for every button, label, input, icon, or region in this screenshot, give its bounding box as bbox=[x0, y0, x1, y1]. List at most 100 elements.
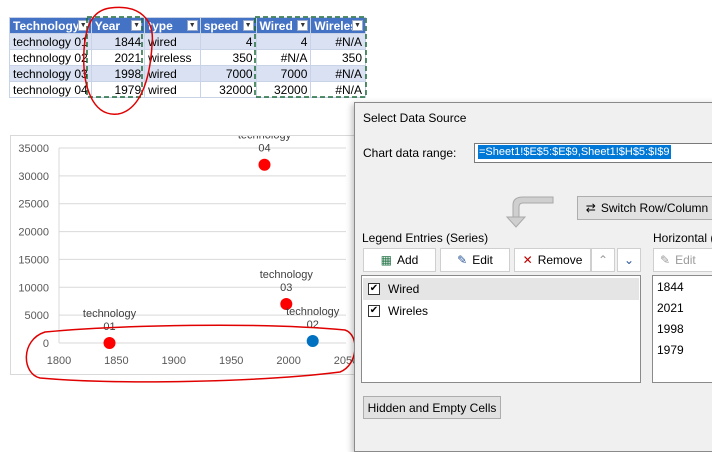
chevron-down-icon: ⌄ bbox=[623, 253, 635, 267]
header-wireles[interactable]: Wireles ▼ bbox=[310, 17, 366, 34]
filter-dropdown-icon[interactable]: ▼ bbox=[352, 20, 363, 31]
filter-dropdown-icon[interactable]: ▼ bbox=[77, 20, 89, 31]
header-type[interactable]: type ▼ bbox=[144, 17, 201, 34]
switch-row-column-button[interactable]: ⇄ Switch Row/Column bbox=[577, 196, 712, 220]
y-tick-label: 15000 bbox=[18, 254, 49, 266]
table-cell[interactable]: technology 04 bbox=[9, 81, 92, 98]
data-label-line: technology bbox=[238, 136, 292, 142]
x-tick-label: 1900 bbox=[162, 355, 186, 367]
chart-plot: 0 5000 10000 15000 20000 25000 30000 35000 1800 1… bbox=[18, 136, 356, 367]
data-point bbox=[258, 158, 271, 171]
data-table: Technology ▼ Year ▼ type ▼ speed ▼ Wired ▼ Wi… bbox=[9, 17, 366, 98]
series-checkbox[interactable]: ✔ bbox=[368, 283, 380, 295]
table-cell[interactable]: 1998 bbox=[90, 65, 146, 82]
data-label-line: 04 bbox=[258, 143, 270, 155]
move-up-button[interactable]: ⌃ bbox=[591, 248, 615, 272]
add-button-label: Add bbox=[396, 253, 419, 267]
x-tick-label: 1850 bbox=[104, 355, 128, 367]
data-point bbox=[306, 335, 319, 348]
header-label: speed bbox=[203, 18, 239, 33]
category-item[interactable]: 2021 bbox=[657, 301, 684, 315]
data-label-line: 02 bbox=[307, 319, 319, 331]
curved-arrow-icon bbox=[505, 196, 554, 228]
table-cell[interactable]: 350 bbox=[310, 49, 366, 66]
y-tick-label: 10000 bbox=[18, 282, 49, 294]
table-cell[interactable]: technology 03 bbox=[9, 65, 92, 82]
edit-series-button[interactable]: ✎ Edit bbox=[440, 248, 510, 272]
table-cell[interactable]: technology 02 bbox=[9, 49, 92, 66]
table-cell[interactable]: 350 bbox=[199, 49, 257, 66]
data-label: technology 01 bbox=[83, 308, 137, 333]
table-row: technology 03 1998 wired 7000 7000 #N/A bbox=[9, 65, 366, 82]
table-cell[interactable]: 32000 bbox=[199, 81, 257, 98]
table-cell[interactable]: 4 bbox=[255, 33, 312, 50]
table-cell[interactable]: #N/A bbox=[255, 49, 312, 66]
header-technology[interactable]: Technology ▼ bbox=[9, 17, 92, 34]
series-checkbox[interactable]: ✔ bbox=[368, 305, 380, 317]
table-cell[interactable]: wireless bbox=[144, 49, 201, 66]
filter-dropdown-icon[interactable]: ▼ bbox=[297, 20, 309, 31]
add-series-button[interactable]: ▦ Add bbox=[363, 248, 436, 272]
series-item-wireles[interactable]: ✔ Wireles bbox=[363, 300, 639, 322]
header-label: Wired bbox=[259, 18, 293, 33]
edit-axis-labels-button[interactable]: ✎ Edit bbox=[653, 248, 712, 272]
table-cell[interactable]: 4 bbox=[199, 33, 257, 50]
y-tick-label: 5000 bbox=[25, 310, 49, 322]
header-label: Wireles bbox=[314, 18, 357, 33]
table-cell[interactable]: #N/A bbox=[310, 33, 366, 50]
scatter-chart[interactable]: 0 5000 10000 15000 20000 25000 30000 35000 1800 1… bbox=[10, 135, 356, 375]
chart-range-label: Chart data range: bbox=[363, 146, 457, 160]
filter-dropdown-icon[interactable]: ▼ bbox=[131, 20, 143, 31]
category-item[interactable]: 1998 bbox=[657, 322, 684, 336]
table-cell[interactable]: 7000 bbox=[255, 65, 312, 82]
remove-series-button[interactable]: ✕ Remove bbox=[514, 248, 591, 272]
y-tick-label: 35000 bbox=[18, 143, 49, 155]
table-cell[interactable]: 2021 bbox=[90, 49, 146, 66]
table-row: technology 01 1844 wired 4 4 #N/A bbox=[9, 33, 366, 50]
remove-button-label: Remove bbox=[537, 253, 583, 267]
header-label: type bbox=[148, 18, 173, 33]
legend-entries-label: Legend Entries (Series) bbox=[362, 231, 489, 245]
category-item[interactable]: 1979 bbox=[657, 343, 684, 357]
edit-icon: ✎ bbox=[660, 253, 671, 267]
data-label: technology04 bbox=[238, 136, 292, 155]
select-data-source-dialog: Select Data Source Chart data range: =Sh… bbox=[354, 102, 712, 452]
table-cell[interactable]: #N/A bbox=[310, 65, 366, 82]
filter-dropdown-icon[interactable]: ▼ bbox=[186, 20, 198, 31]
category-list: 1844 2021 1998 1979 bbox=[652, 275, 712, 383]
table-row: technology 04 1979 wired 32000 32000 #N/… bbox=[9, 81, 366, 98]
y-tick-label: 30000 bbox=[18, 171, 49, 183]
table-cell[interactable]: #N/A bbox=[310, 81, 366, 98]
table-header-row: Technology ▼ Year ▼ type ▼ speed ▼ Wired ▼ Wi… bbox=[9, 17, 366, 34]
table-cell[interactable]: 1844 bbox=[90, 33, 146, 50]
y-tick-label: 20000 bbox=[18, 227, 49, 239]
data-label-line: 03 bbox=[280, 282, 292, 294]
dialog-title: Select Data Source bbox=[363, 111, 467, 125]
data-label-line: technology bbox=[286, 306, 340, 318]
table-row: technology 02 2021 wireless 350 #N/A 350 bbox=[9, 49, 366, 66]
table-cell[interactable]: wired bbox=[144, 65, 201, 82]
data-label: technology 03 bbox=[260, 269, 314, 294]
edit-button-label: Edit bbox=[472, 253, 493, 267]
header-wired[interactable]: Wired ▼ bbox=[255, 17, 312, 34]
header-label: Technology bbox=[13, 18, 80, 33]
table-cell[interactable]: 7000 bbox=[199, 65, 257, 82]
x-tick-label: 2000 bbox=[276, 355, 300, 367]
move-down-button[interactable]: ⌄ bbox=[617, 248, 641, 272]
filter-dropdown-icon[interactable]: ▼ bbox=[242, 20, 254, 31]
category-item[interactable]: 1844 bbox=[657, 280, 684, 294]
table-cell[interactable]: 1979 bbox=[90, 81, 146, 98]
table-cell[interactable]: 32000 bbox=[255, 81, 312, 98]
table-cell[interactable]: wired bbox=[144, 33, 201, 50]
header-year[interactable]: Year ▼ bbox=[90, 17, 146, 34]
series-list: ✔ Wired ✔ Wireles bbox=[361, 275, 641, 383]
table-cell[interactable]: wired bbox=[144, 81, 201, 98]
header-speed[interactable]: speed ▼ bbox=[199, 17, 257, 34]
series-item-wired[interactable]: ✔ Wired bbox=[363, 278, 639, 300]
edit-axis-button-label: Edit bbox=[675, 253, 696, 267]
table-cell[interactable]: technology 01 bbox=[9, 33, 92, 50]
chart-range-input[interactable]: =Sheet1!$E$5:$E$9,Sheet1!$H$5:$I$9 bbox=[474, 143, 712, 163]
y-tick-label: 25000 bbox=[18, 199, 49, 211]
hidden-empty-cells-button[interactable]: Hidden and Empty Cells bbox=[363, 396, 501, 419]
data-label-line: technology bbox=[260, 269, 314, 281]
